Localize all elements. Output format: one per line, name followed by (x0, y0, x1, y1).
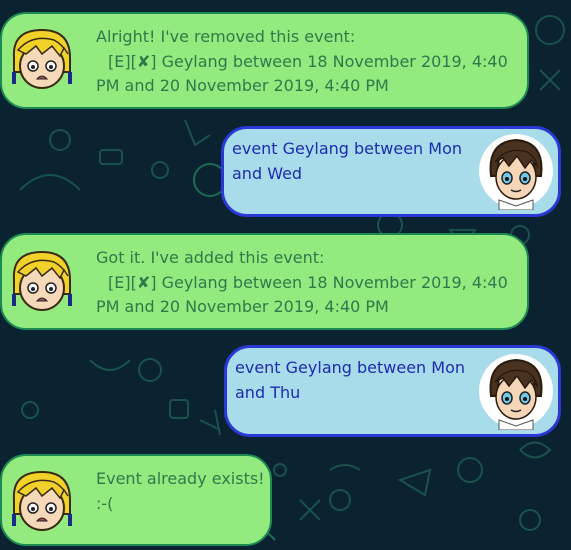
bot-message-line: [E][✘] Geylang between 18 November 2019,… (108, 51, 508, 71)
bot-message-line: Alright! I've removed this event: (96, 27, 356, 46)
bot-message-bubble: Alright! I've removed this event: [E][✘]… (0, 12, 529, 109)
bot-message-line: PM and 20 November 2019, 4:40 PM (96, 297, 389, 316)
bot-message-line: Got it. I've added this event: (96, 248, 325, 267)
bot-message-bubble: Got it. I've added this event: [E][✘] Ge… (0, 233, 529, 330)
bot-message-line: [E][✘] Geylang between 18 November 2019,… (108, 272, 508, 292)
bot-avatar (8, 468, 76, 536)
user-avatar (477, 132, 555, 210)
user-avatar (477, 352, 555, 430)
bot-message-line: Event already exists! (96, 469, 265, 488)
bot-avatar (8, 248, 76, 316)
bot-avatar (8, 26, 76, 94)
bot-message-line: PM and 20 November 2019, 4:40 PM (96, 76, 389, 95)
bot-message-line: :-( (96, 493, 114, 513)
